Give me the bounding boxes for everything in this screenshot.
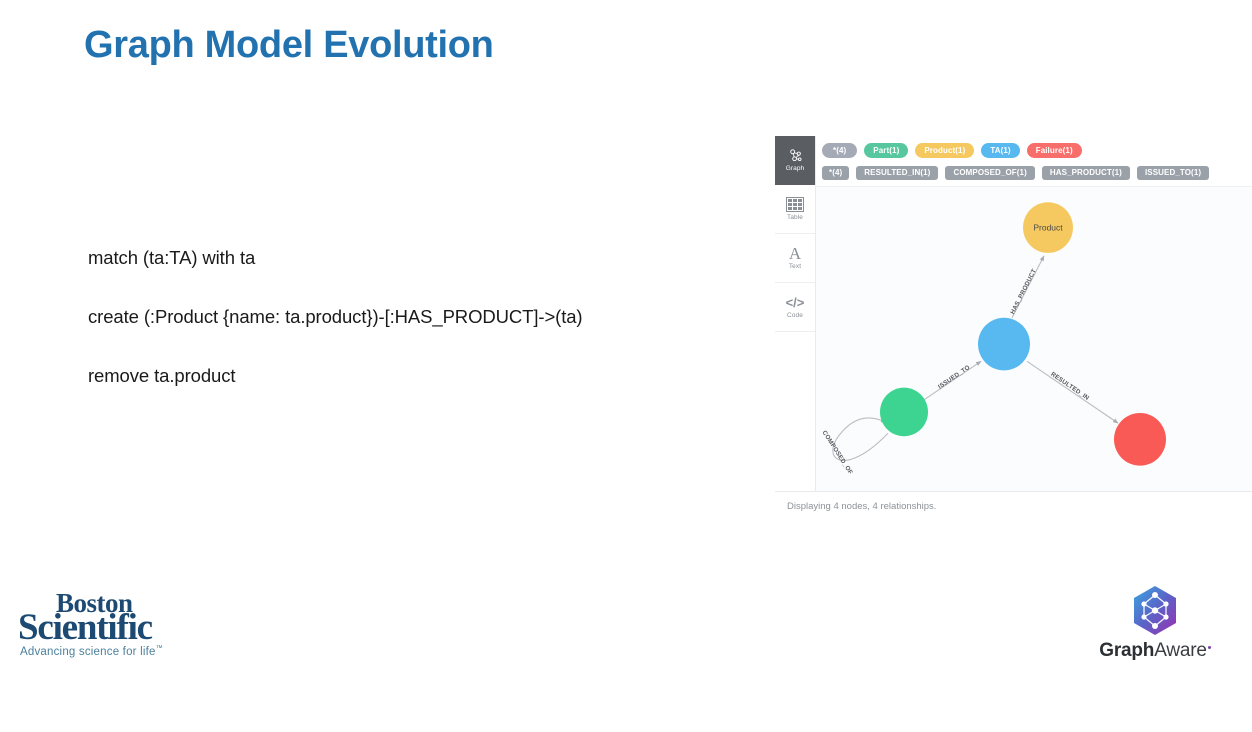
bsci-line-scientific: Scientific: [18, 607, 153, 648]
code-icon: </>: [785, 295, 805, 310]
relationship-type-legend-row: *(4) RESULTED_IN(1) COMPOSED_OF(1) HAS_P…: [822, 164, 1252, 181]
node-pill-failure[interactable]: Failure(1): [1026, 143, 1082, 158]
cypher-line-3: remove ta.product: [88, 365, 236, 387]
node-label-legend-row: *(4) Part(1) Product(1) TA(1) Failure(1): [822, 142, 1252, 159]
sidebar-label-table: Table: [786, 213, 804, 221]
edge-label-issued-to: ISSUED_TO: [937, 364, 971, 391]
sidebar-item-graph[interactable]: Graph: [775, 136, 815, 185]
cypher-line-1: match (ta:TA) with ta: [88, 247, 256, 268]
sidebar-item-code[interactable]: </> Code: [775, 283, 815, 332]
page-title: Graph Model Evolution: [84, 24, 494, 66]
rel-pill-all[interactable]: *(4): [822, 165, 850, 180]
boston-scientific-logo: Boston Scientific Advancing science for …: [12, 588, 222, 658]
edge-label-has-product: HAS_PRODUCT: [1009, 268, 1038, 316]
legend-container: *(4) Part(1) Product(1) TA(1) Failure(1)…: [816, 136, 1252, 187]
cypher-query-block: match (ta:TA) with ta create (:Product {…: [88, 246, 768, 387]
graph-status-bar: Displaying 4 nodes, 4 relationships.: [775, 491, 1252, 521]
rel-pill-has-product[interactable]: HAS_PRODUCT(1): [1041, 165, 1130, 180]
rel-pill-composed-of[interactable]: COMPOSED_OF(1): [945, 165, 1035, 180]
sidebar-item-text[interactable]: A Text: [775, 234, 815, 283]
neo4j-browser-panel: Graph Table A Text </> Code *(4) Part(1)…: [775, 136, 1252, 521]
node-pill-ta[interactable]: TA(1): [981, 143, 1020, 158]
sidebar-label-text: Text: [788, 262, 802, 270]
graphaware-word-graph: Graph: [1099, 640, 1155, 661]
graph-node-ta[interactable]: [978, 317, 1030, 371]
edge-label-composed-of: COMPOSED_OF: [821, 429, 854, 476]
node-pill-product[interactable]: Product(1): [915, 143, 975, 158]
cypher-line-2: create (:Product {name: ta.product})-[:H…: [88, 306, 583, 328]
edge-label-resulted-in: RESULTED_IN: [1049, 371, 1090, 402]
rel-pill-resulted-in[interactable]: RESULTED_IN(1): [856, 165, 939, 180]
node-pill-part[interactable]: Part(1): [864, 143, 909, 158]
graphaware-wordmark: GraphAware: [1085, 640, 1225, 662]
panel-body: Graph Table A Text </> Code *(4) Part(1)…: [775, 136, 1252, 491]
rel-pill-issued-to[interactable]: ISSUED_TO(1): [1136, 165, 1210, 180]
bsci-tagline: Advancing science for life™: [20, 645, 163, 658]
sidebar-label-code: Code: [787, 311, 803, 319]
graphaware-word-aware: Aware: [1154, 640, 1207, 661]
view-mode-sidebar: Graph Table A Text </> Code: [775, 136, 816, 491]
graph-icon: [788, 148, 803, 164]
table-icon: [786, 197, 804, 213]
status-text: Displaying 4 nodes, 4 relationships.: [787, 501, 937, 512]
graph-node-caption-product: Product: [1033, 223, 1063, 233]
graph-node-part[interactable]: [880, 387, 928, 437]
bsci-tagline-text: Advancing science for life: [20, 645, 156, 658]
graphaware-accent-dot: [1207, 645, 1211, 649]
sidebar-item-table[interactable]: Table: [775, 185, 815, 234]
graph-visualization-canvas[interactable]: HAS_PRODUCT ISSUED_TO RESULTED_IN COMPOS…: [816, 187, 1252, 491]
sidebar-label-graph: Graph: [785, 164, 805, 172]
node-pill-all[interactable]: *(4): [822, 143, 858, 158]
trademark-symbol: ™: [155, 645, 163, 652]
graphaware-hexagon-icon: [1085, 585, 1225, 637]
graphaware-logo: GraphAware: [1085, 585, 1225, 662]
graph-node-failure[interactable]: [1114, 412, 1166, 466]
bsci-wordmark: Boston Scientific Advancing science for …: [12, 588, 222, 658]
panel-main: *(4) Part(1) Product(1) TA(1) Failure(1)…: [816, 136, 1252, 491]
text-icon: A: [788, 243, 802, 263]
